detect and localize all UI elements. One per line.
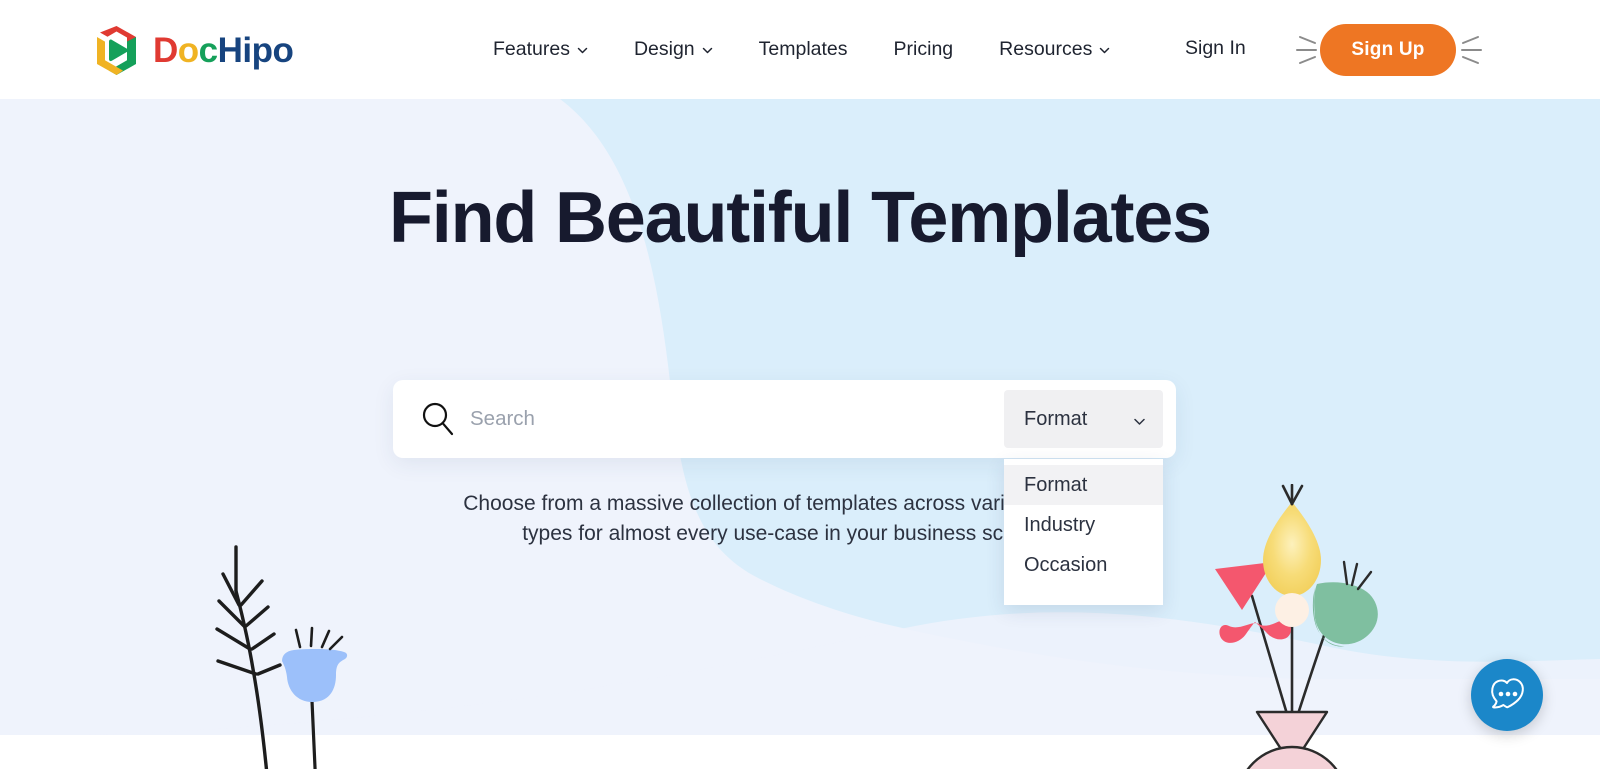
format-filter-selected-label: Format <box>1024 407 1088 430</box>
dochipo-hexagon-play-logo-icon <box>89 23 144 78</box>
nav-item-features[interactable]: Features <box>470 38 611 61</box>
nav-item-pricing[interactable]: Pricing <box>871 38 977 61</box>
chevron-down-icon <box>702 45 713 56</box>
sparkle-lines-icon <box>1296 24 1320 76</box>
hero-subtext: Choose from a massive collection of temp… <box>0 489 1600 549</box>
format-filter-dropdown-menu: Format Industry Occasion <box>1004 459 1163 605</box>
nav-item-design[interactable]: Design <box>611 38 736 61</box>
logo-letter-c: c <box>198 31 218 70</box>
site-header: Do c Hipo Features Design Templates Pricin… <box>0 0 1600 99</box>
nav-label-features: Features <box>493 38 570 60</box>
nav-label-pricing: Pricing <box>893 38 954 60</box>
hero-subtext-line-1: Choose from a massive collection of temp… <box>463 492 1137 515</box>
dropdown-option-format[interactable]: Format <box>1004 465 1163 505</box>
logo-wordmark: Do c Hipo <box>153 31 294 70</box>
chat-bubble-dots-icon <box>1487 675 1527 716</box>
nav-label-design: Design <box>633 38 695 60</box>
logo-letter-d: D <box>153 31 178 70</box>
chevron-down-icon <box>577 45 588 56</box>
nav-label-resources: Resources <box>999 38 1093 60</box>
nav-item-templates[interactable]: Templates <box>736 38 871 61</box>
nav-label-templates: Templates <box>758 38 848 60</box>
logo-letter-o: o <box>177 31 199 70</box>
chat-widget-button[interactable] <box>1471 659 1543 731</box>
search-icon[interactable] <box>420 401 456 437</box>
page-title: Find Beautiful Templates <box>389 178 1212 258</box>
sign-up-area: Sign Up <box>1296 24 1486 76</box>
dropdown-option-industry[interactable]: Industry <box>1004 505 1163 545</box>
sparkle-lines-icon <box>1458 24 1482 76</box>
chevron-down-icon <box>1133 415 1145 426</box>
sign-up-button[interactable]: Sign Up <box>1320 24 1456 76</box>
logo-word-hipo: Hipo <box>217 31 294 70</box>
sign-in-link[interactable]: Sign In <box>1185 37 1246 60</box>
nav-item-resources[interactable]: Resources <box>976 38 1133 61</box>
fern-branch-and-blue-bellflower-illustration <box>215 545 348 769</box>
logo[interactable]: Do c Hipo <box>89 23 294 78</box>
page-root: Do c Hipo Features Design Templates Pricin… <box>0 0 1600 769</box>
main-navigation: Features Design Templates Pricing Resour… <box>470 0 1133 99</box>
format-filter-dropdown-trigger[interactable]: Format <box>1004 390 1163 448</box>
hero-subtext-line-2: types for almost every use-case in your … <box>522 521 1078 545</box>
chevron-down-icon <box>1099 45 1110 56</box>
dropdown-option-occasion[interactable]: Occasion <box>1004 545 1163 585</box>
